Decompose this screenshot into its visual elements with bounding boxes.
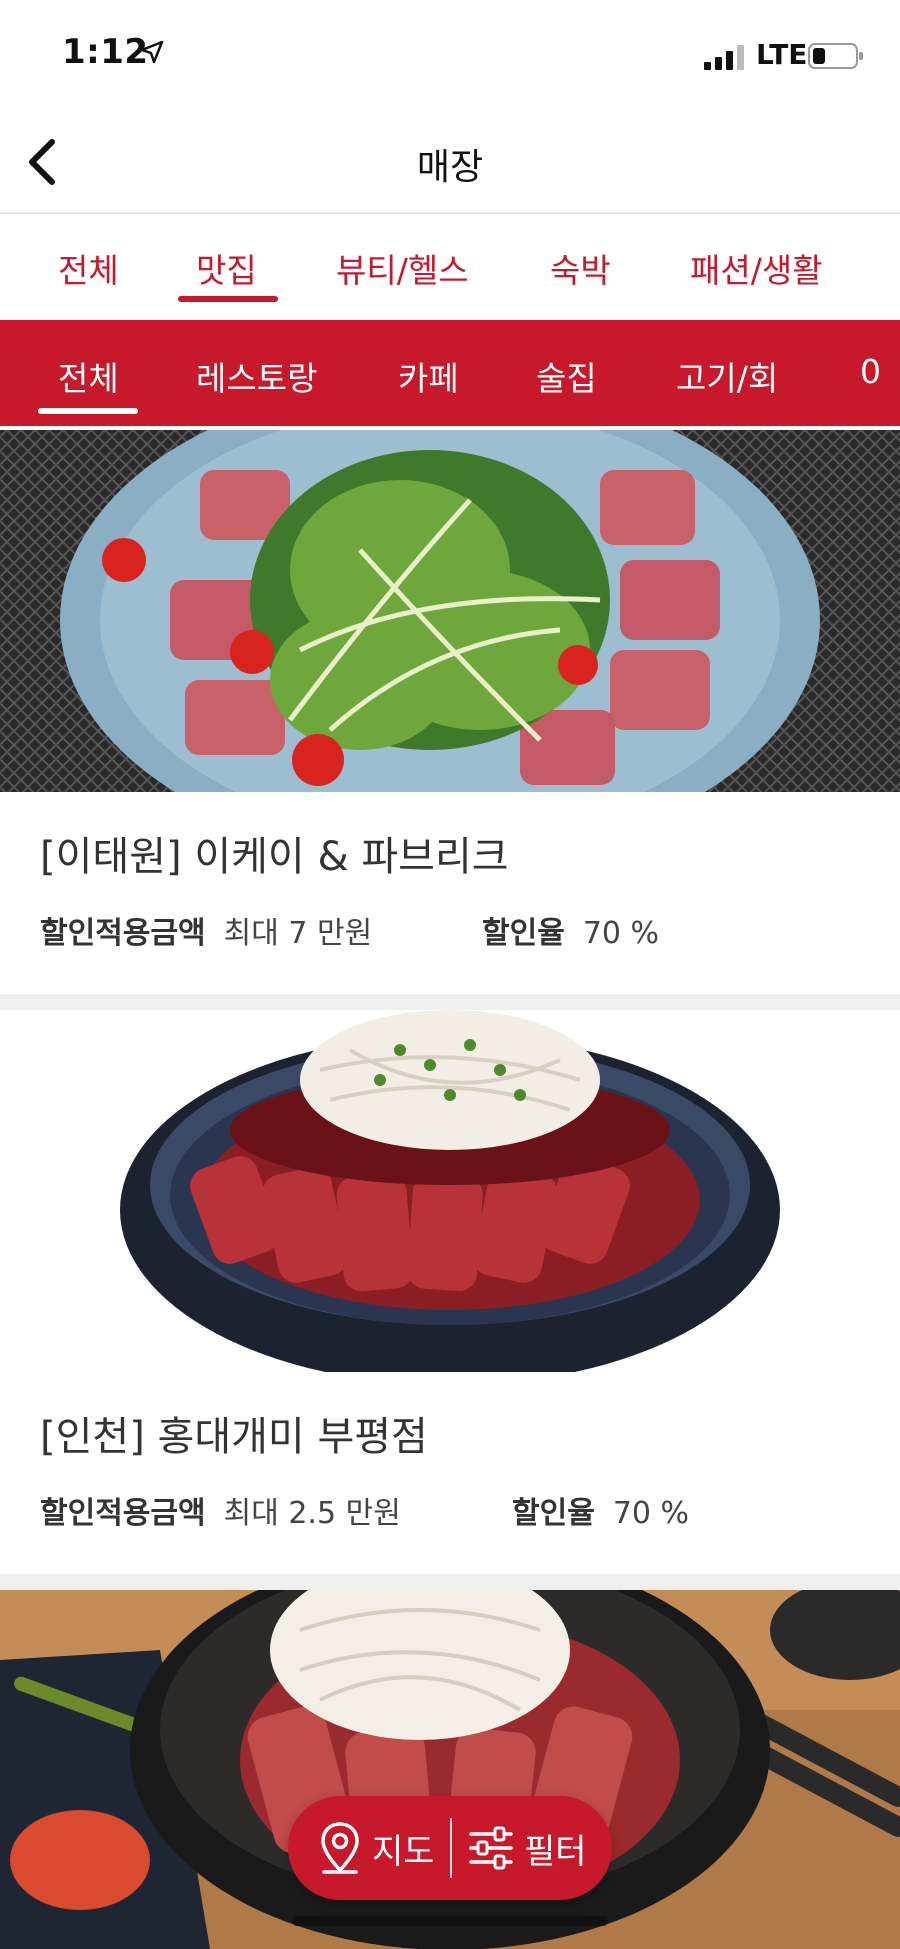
sub-tab-bar[interactable]: 술집 bbox=[536, 352, 597, 400]
sub-tab-cafe[interactable]: 카페 bbox=[398, 352, 459, 400]
network-label: LTE bbox=[756, 38, 808, 71]
map-pin-icon bbox=[321, 1822, 359, 1874]
active-tab-indicator bbox=[178, 296, 278, 302]
filter-button-label: 필터 bbox=[524, 1831, 587, 1872]
active-sub-tab-indicator bbox=[38, 408, 138, 414]
sub-tab-all[interactable]: 전체 bbox=[58, 352, 119, 400]
main-tab-fashion-life[interactable]: 패션/생활 bbox=[690, 244, 823, 292]
discount-rate-value: 70 % bbox=[582, 916, 660, 951]
store-name: [인천] 홍대개미 부평점 bbox=[40, 1414, 428, 1460]
status-time: 1:12 bbox=[62, 32, 149, 72]
discount-amount-value: 최대 7 만원 bbox=[223, 916, 373, 951]
signal-icon bbox=[704, 45, 744, 70]
card-separator bbox=[0, 1574, 900, 1590]
discount-info: 할인적용금액 최대 7 만원 bbox=[40, 908, 372, 952]
store-card[interactable]: [인천] 홍대개미 부평점 할인적용금액 최대 2.5 만원 할인율 70 % bbox=[0, 1010, 900, 1574]
location-arrow-icon bbox=[140, 40, 164, 64]
store-name: [이태원] 이케이 & 파브리크 bbox=[40, 834, 509, 880]
store-photo bbox=[0, 430, 900, 792]
map-button-label: 지도 bbox=[372, 1831, 435, 1872]
page-title: 매장 bbox=[416, 147, 484, 188]
sub-tab-more[interactable]: 0 bbox=[860, 352, 881, 391]
discount-amount-label: 할인적용금액 bbox=[40, 916, 206, 951]
status-bar: 1:12 LTE bbox=[0, 0, 900, 112]
discount-rate-label: 할인율 bbox=[482, 916, 565, 951]
sub-tab-restaurant[interactable]: 레스토랑 bbox=[196, 352, 317, 400]
map-button[interactable]: 지도 bbox=[318, 1796, 435, 1900]
nav-header: 매장 bbox=[0, 112, 900, 214]
discount-amount-value: 최대 2.5 만원 bbox=[223, 1496, 401, 1531]
main-tab-lodging[interactable]: 숙박 bbox=[550, 244, 611, 292]
sub-tab-meat-sashimi[interactable]: 고기/회 bbox=[676, 352, 778, 400]
home-indicator bbox=[292, 1916, 608, 1926]
discount-info: 할인적용금액 최대 2.5 만원 bbox=[40, 1488, 401, 1532]
main-tab-restaurants[interactable]: 맛집 bbox=[196, 244, 257, 292]
discount-rate-info: 할인율 70 % bbox=[512, 1488, 689, 1532]
filter-button[interactable]: 필터 bbox=[468, 1796, 587, 1900]
card-separator bbox=[0, 994, 900, 1010]
pill-divider bbox=[450, 1818, 452, 1878]
main-tab-all[interactable]: 전체 bbox=[58, 244, 119, 292]
discount-amount-label: 할인적용금액 bbox=[40, 1496, 206, 1531]
battery-icon bbox=[808, 43, 863, 69]
app-screen: 1:12 LTE 매장 전체 맛집 뷰티/헬스 숙박 패션/생활 전체 레스토랑… bbox=[0, 0, 900, 1949]
discount-rate-label: 할인율 bbox=[512, 1496, 595, 1531]
discount-rate-info: 할인율 70 % bbox=[482, 908, 659, 952]
main-tab-beauty-health[interactable]: 뷰티/헬스 bbox=[336, 244, 469, 292]
sliders-icon bbox=[469, 1826, 513, 1870]
store-card[interactable]: [이태원] 이케이 & 파브리크 할인적용금액 최대 7 만원 할인율 70 % bbox=[0, 430, 900, 994]
store-photo bbox=[0, 1010, 900, 1372]
sub-category-tabs: 전체 레스토랑 카페 술집 고기/회 0 bbox=[0, 320, 900, 426]
main-category-tabs: 전체 맛집 뷰티/헬스 숙박 패션/생활 bbox=[0, 214, 900, 318]
discount-rate-value: 70 % bbox=[612, 1496, 690, 1531]
floating-action-bar: 지도 필터 bbox=[288, 1796, 612, 1900]
